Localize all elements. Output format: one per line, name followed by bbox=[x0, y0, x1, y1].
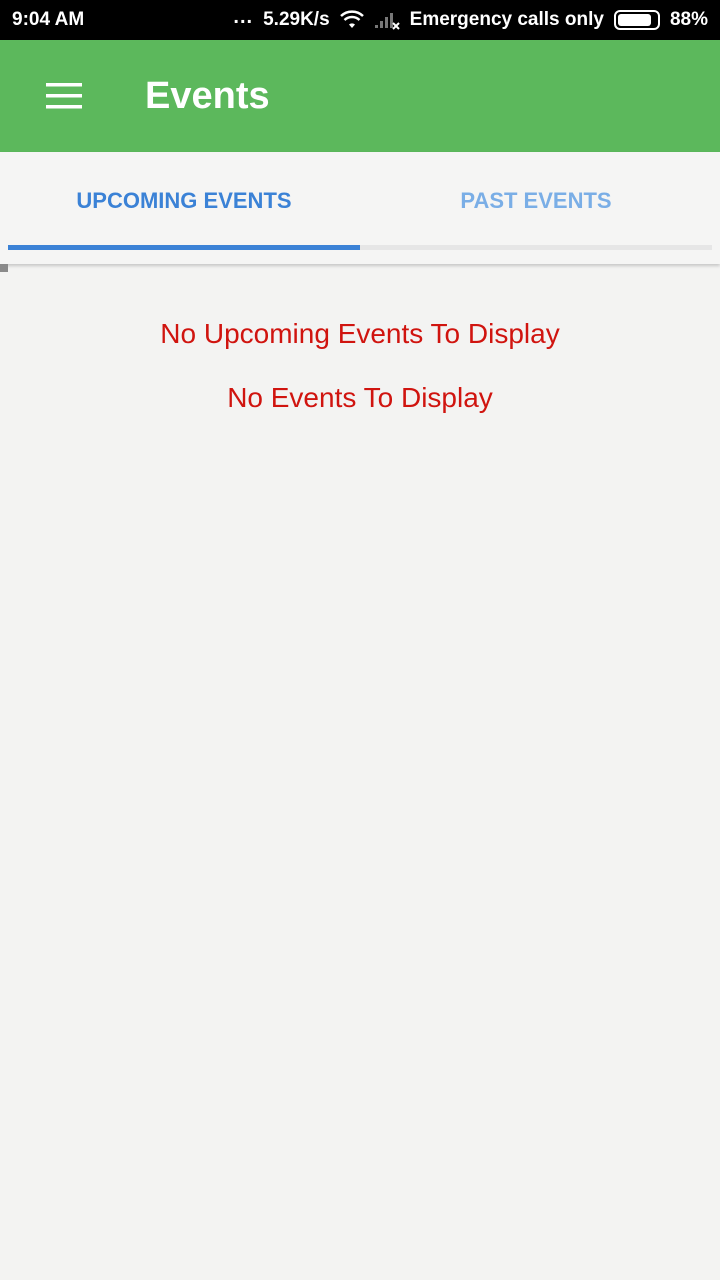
notification-dots: ... bbox=[233, 5, 254, 28]
battery-fill bbox=[617, 14, 652, 26]
battery-icon bbox=[613, 10, 660, 30]
page-title: Events bbox=[145, 75, 270, 117]
no-events-message: No Events To Display bbox=[227, 382, 493, 413]
tab-past-events[interactable]: PAST EVENTS bbox=[360, 152, 712, 250]
tab-upcoming-events[interactable]: UPCOMING EVENTS bbox=[8, 152, 360, 250]
hamburger-menu-icon[interactable] bbox=[30, 64, 98, 128]
events-content: No Upcoming Events To Display No Events … bbox=[0, 266, 720, 1280]
network-speed: 5.29K/s bbox=[263, 9, 330, 30]
no-upcoming-events-message: No Upcoming Events To Display bbox=[160, 318, 560, 349]
status-time: 9:04 AM bbox=[12, 9, 85, 30]
battery-percent: 88% bbox=[669, 9, 708, 30]
status-bar: 9:04 AM ... 5.29K/s Emergency calls only… bbox=[0, 0, 720, 40]
wifi-icon bbox=[339, 10, 364, 30]
status-right-group: ... 5.29K/s Emergency calls only 88% bbox=[233, 0, 708, 40]
tab-bar: UPCOMING EVENTS PAST EVENTS bbox=[0, 152, 720, 264]
carrier-text: Emergency calls only bbox=[409, 9, 604, 30]
app-bar: Events bbox=[0, 40, 720, 152]
signal-none-icon bbox=[374, 10, 400, 30]
tab-selected-indicator bbox=[8, 245, 360, 250]
